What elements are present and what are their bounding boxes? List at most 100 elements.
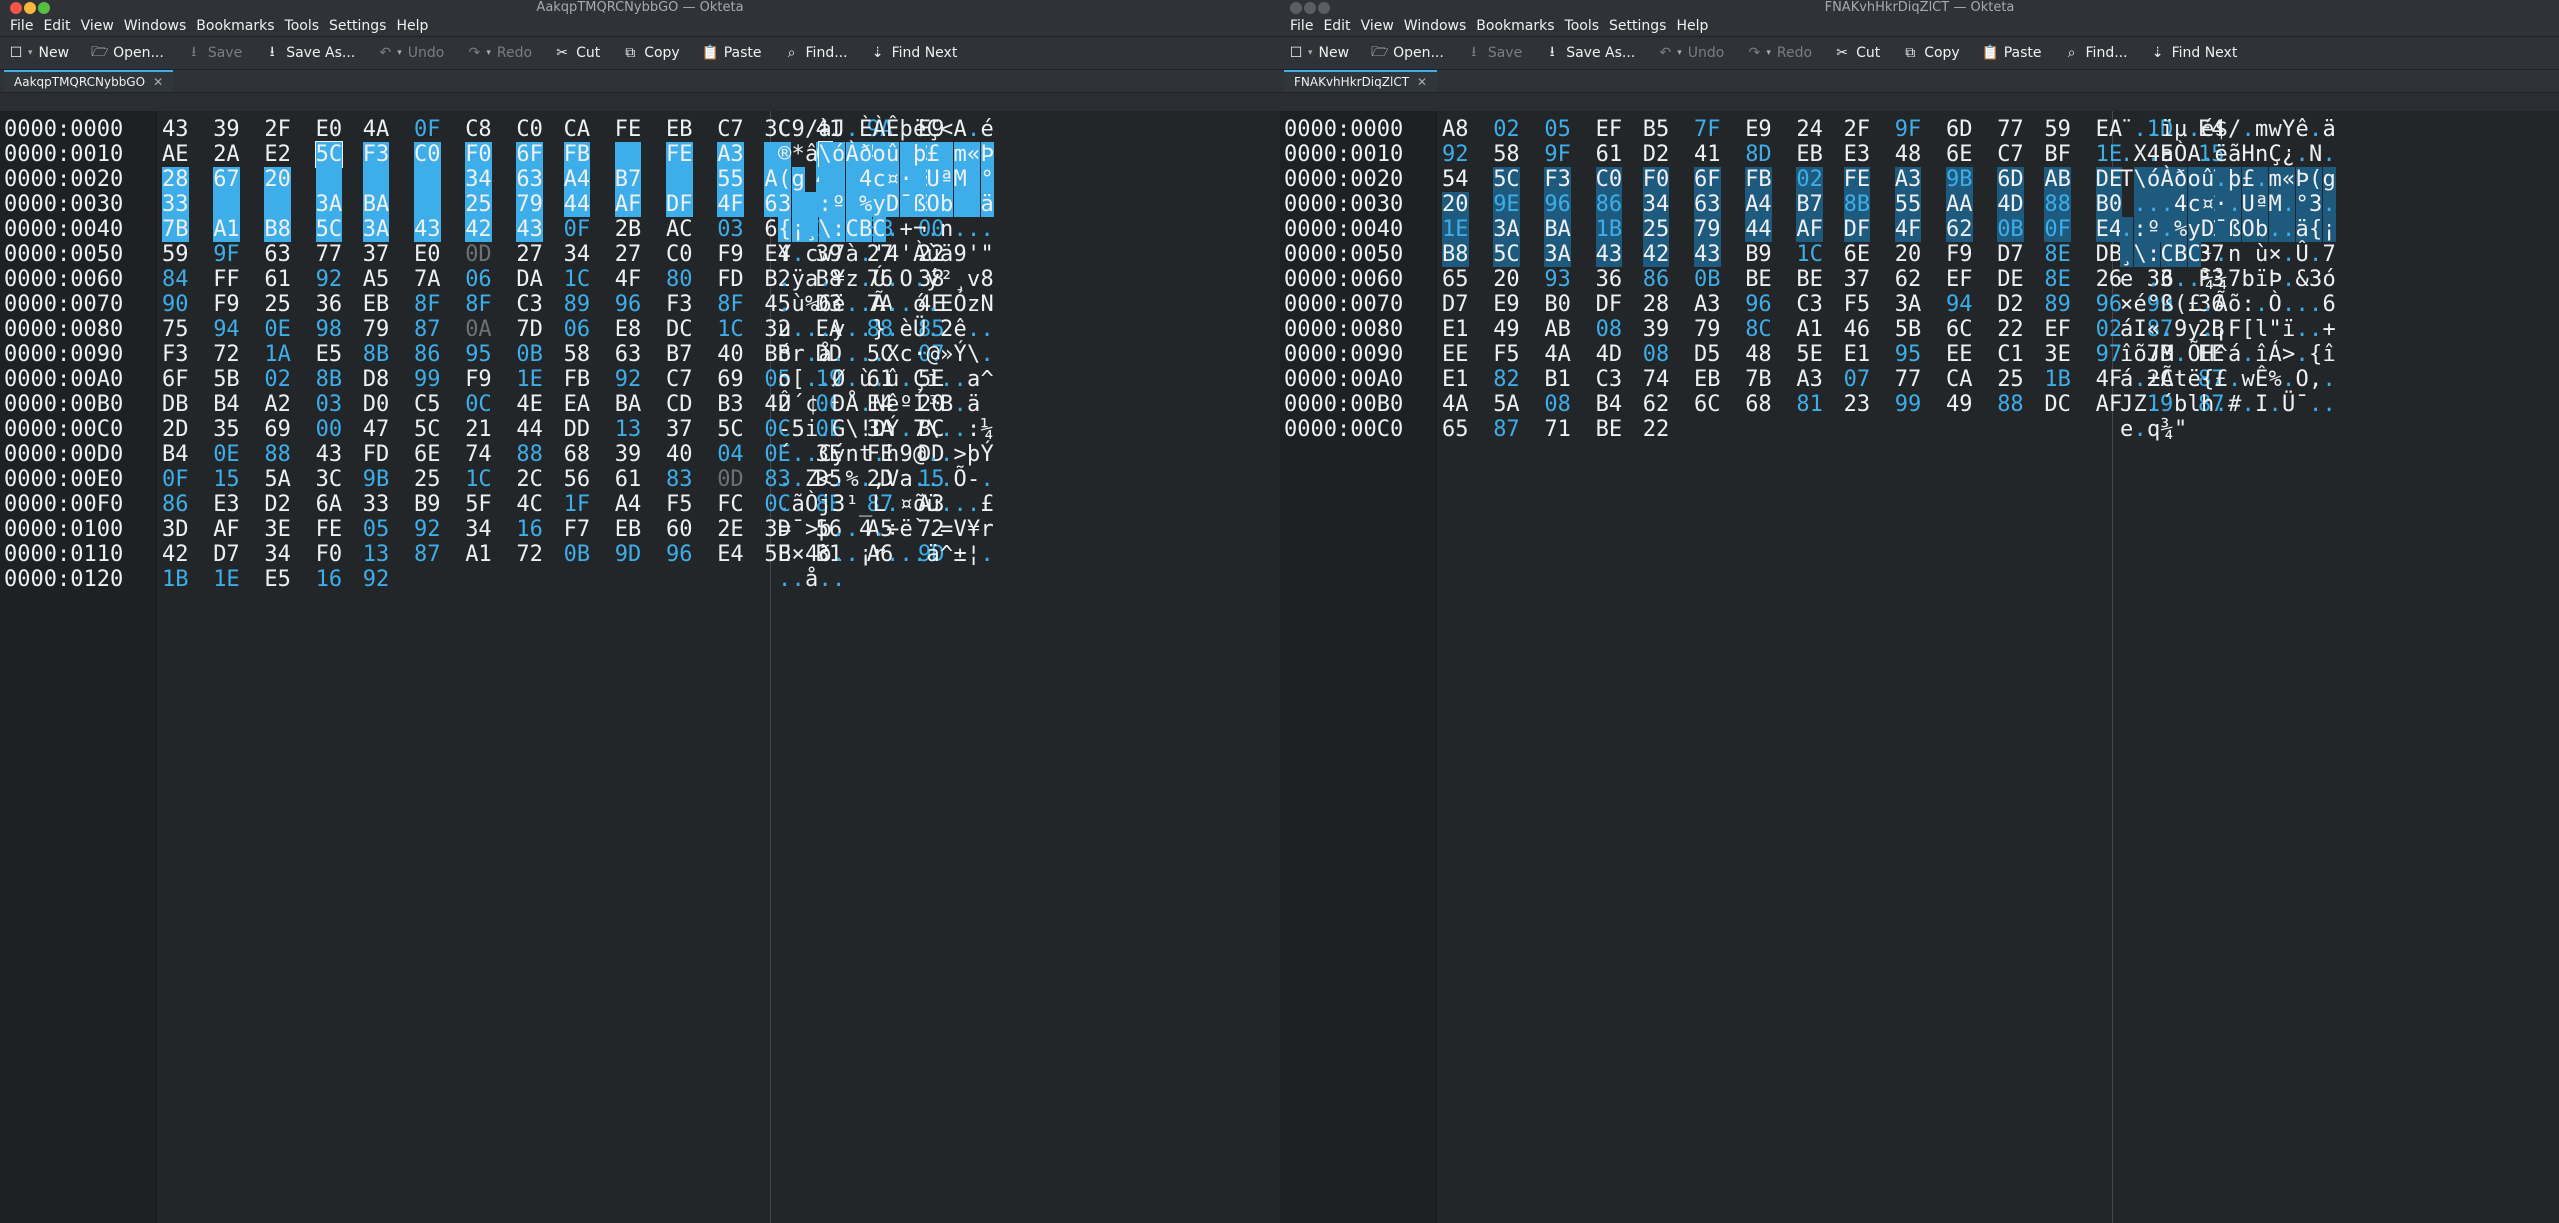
- text-char[interactable]: 4: [2174, 192, 2188, 217]
- text-char[interactable]: .: [981, 542, 994, 567]
- text-char[interactable]: «: [2282, 167, 2296, 192]
- text-char[interactable]: >: [805, 517, 818, 542]
- hex-byte[interactable]: C7: [717, 117, 744, 142]
- text-char[interactable]: .: [2160, 192, 2174, 217]
- paste-button[interactable]: 📋 Paste: [702, 45, 762, 61]
- hex-byte[interactable]: 6C: [1694, 392, 1721, 417]
- hex-byte[interactable]: 02: [264, 367, 291, 392]
- text-char[interactable]: F: [2228, 317, 2241, 342]
- hex-byte[interactable]: 59: [162, 242, 189, 267]
- text-char[interactable]: .: [900, 542, 913, 567]
- text-char[interactable]: .: [913, 167, 927, 192]
- text-char[interactable]: .: [805, 442, 818, 467]
- text-char[interactable]: b: [2174, 392, 2187, 417]
- text-char[interactable]: X: [886, 342, 899, 367]
- hex-byte[interactable]: F5: [1493, 342, 1520, 367]
- text-char[interactable]: Ý: [954, 342, 967, 367]
- text-char[interactable]: .: [900, 367, 913, 392]
- text-char[interactable]: ð: [2174, 167, 2188, 192]
- text-char[interactable]: B: [940, 392, 953, 417]
- text-char[interactable]: {: [778, 217, 792, 242]
- hex-byte[interactable]: 2D: [162, 417, 189, 442]
- text-char[interactable]: .: [873, 517, 886, 542]
- text-char[interactable]: .: [2322, 192, 2336, 217]
- text-char[interactable]: .: [873, 367, 886, 392]
- text-char[interactable]: á: [2120, 367, 2133, 392]
- hex-byte[interactable]: BE: [1596, 417, 1623, 442]
- text-char[interactable]: a: [805, 267, 818, 292]
- text-char[interactable]: w: [819, 242, 832, 267]
- text-char[interactable]: ^: [981, 367, 994, 392]
- save-as-button[interactable]: ⭳ Save As...: [264, 41, 356, 65]
- text-char[interactable]: .: [2201, 292, 2214, 317]
- hex-byte[interactable]: 43: [414, 217, 441, 242]
- hex-byte[interactable]: B9: [414, 492, 441, 517]
- redo-button[interactable]: ↷ ▾ Redo: [466, 45, 532, 61]
- text-char[interactable]: {: [2201, 367, 2214, 392]
- text-char[interactable]: þ: [967, 442, 980, 467]
- hex-byte[interactable]: 25: [1997, 367, 2024, 392]
- hex-byte[interactable]: 63: [1694, 192, 1721, 217]
- hex-byte[interactable]: 5C: [1493, 167, 1520, 192]
- text-char[interactable]: .: [2282, 367, 2295, 392]
- hex-byte[interactable]: 1E: [264, 192, 291, 217]
- hex-byte[interactable]: 6F: [1694, 167, 1721, 192]
- hex-byte[interactable]: D2: [264, 492, 291, 517]
- text-char[interactable]: O: [2241, 217, 2255, 242]
- text-char[interactable]: 6: [2161, 267, 2174, 292]
- text-char[interactable]: .: [2228, 367, 2241, 392]
- hex-byte[interactable]: 92: [316, 267, 343, 292]
- text-char[interactable]: .: [2309, 292, 2322, 317]
- dropdown-arrow-icon[interactable]: ▾: [1308, 48, 1313, 58]
- text-char[interactable]: V: [886, 467, 899, 492]
- hex-byte[interactable]: 36: [316, 292, 343, 317]
- text-char[interactable]: .: [778, 567, 791, 592]
- text-char[interactable]: i: [805, 417, 818, 442]
- text-char[interactable]: T: [2120, 167, 2133, 192]
- text-char[interactable]: .: [2120, 217, 2134, 242]
- text-char[interactable]: ¿: [2282, 142, 2295, 167]
- hex-byte[interactable]: 5A: [1493, 392, 1520, 417]
- hex-byte[interactable]: E1: [1442, 317, 1469, 342]
- text-char[interactable]: H: [2201, 342, 2214, 367]
- text-char[interactable]: .: [846, 117, 859, 142]
- text-char[interactable]: .: [2323, 392, 2336, 417]
- hex-byte[interactable]: 96: [615, 292, 642, 317]
- text-char[interactable]: n: [940, 217, 953, 242]
- hex-byte[interactable]: B1: [1544, 367, 1571, 392]
- hex-byte[interactable]: B7: [666, 342, 693, 367]
- text-char[interactable]: .: [846, 517, 859, 542]
- text-char[interactable]: Ý: [886, 417, 899, 442]
- hex-byte[interactable]: 0F: [162, 467, 189, 492]
- hex-byte[interactable]: 26: [2096, 267, 2123, 292]
- find-next-button[interactable]: ⇣ Find Next: [870, 45, 958, 61]
- text-char[interactable]: [: [2242, 317, 2255, 342]
- hex-byte[interactable]: 61: [615, 467, 642, 492]
- text-char[interactable]: û: [2201, 167, 2215, 192]
- hex-byte[interactable]: 92: [363, 567, 390, 592]
- hex-byte[interactable]: 44: [563, 192, 591, 217]
- text-char[interactable]: á: [2228, 342, 2241, 367]
- text-char[interactable]: .: [967, 317, 980, 342]
- hex-byte[interactable]: 96: [362, 167, 390, 192]
- text-char[interactable]: é: [2134, 292, 2147, 317]
- hex-byte[interactable]: B4: [213, 392, 240, 417]
- text-char[interactable]: 6: [819, 292, 832, 317]
- text-char[interactable]: »: [940, 342, 953, 367]
- hex-byte[interactable]: A1: [465, 542, 492, 567]
- text-char[interactable]: ·: [899, 167, 913, 192]
- text-char[interactable]: =: [940, 517, 953, 542]
- menu-bookmarks[interactable]: Bookmarks: [1476, 18, 1554, 34]
- text-char[interactable]: /: [805, 117, 818, 142]
- text-char[interactable]: .: [2242, 342, 2255, 367]
- hex-byte[interactable]: EB: [615, 517, 642, 542]
- hex-byte[interactable]: 1E: [213, 567, 240, 592]
- hex-byte[interactable]: EB: [363, 292, 390, 317]
- hex-byte[interactable]: F0: [316, 542, 343, 567]
- text-char[interactable]: .: [859, 292, 872, 317]
- hex-byte[interactable]: 80: [666, 267, 693, 292]
- hex-byte[interactable]: 46: [1844, 317, 1871, 342]
- text-char[interactable]: Ò: [805, 492, 818, 517]
- hex-byte[interactable]: 2A: [213, 142, 240, 167]
- text-char[interactable]: .: [2134, 117, 2147, 142]
